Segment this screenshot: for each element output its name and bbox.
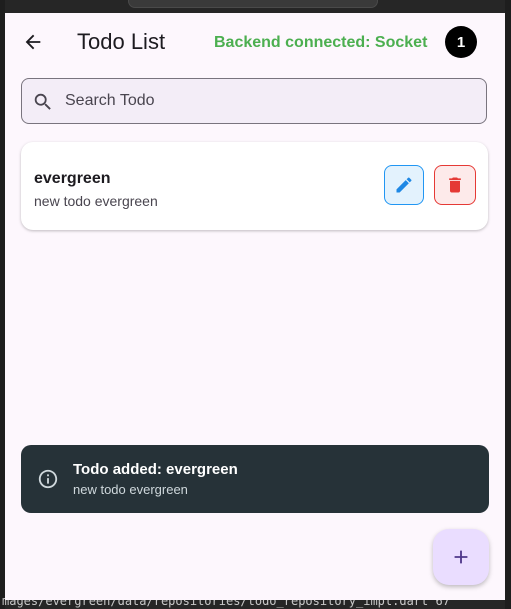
todo-description: new todo evergreen (34, 193, 158, 209)
edit-todo-button[interactable] (384, 165, 424, 205)
add-todo-button[interactable] (433, 529, 489, 585)
back-button[interactable] (19, 28, 47, 56)
todo-list-item[interactable]: evergreen new todo evergreen (21, 142, 488, 230)
snackbar-description: new todo evergreen (73, 482, 188, 497)
todo-title: evergreen (34, 170, 111, 187)
search-icon (34, 93, 51, 110)
background-window-titlebar (128, 0, 378, 8)
page-title: Todo List (77, 29, 166, 54)
search-bar[interactable] (21, 78, 487, 124)
app-bar: Todo List Backend connected: Socket 1 (5, 13, 505, 71)
snackbar-notification: Todo added: evergreen new todo evergreen (21, 445, 489, 513)
desktop-background: mages/evergreen/data/repositories/todo_r… (0, 0, 511, 609)
trash-icon (449, 177, 461, 193)
arrow-back-icon (25, 34, 41, 50)
delete-todo-button[interactable] (434, 165, 476, 205)
backend-status-label: Backend connected: Socket (214, 34, 428, 51)
todo-count-badge: 1 (445, 26, 477, 58)
pencil-icon (396, 177, 412, 193)
plus-icon (454, 550, 468, 564)
search-input[interactable] (65, 79, 475, 123)
todo-app-window: Todo List Backend connected: Socket 1 ev… (5, 13, 505, 600)
background-window-right-edge (505, 0, 511, 609)
snackbar-title: Todo added: evergreen (73, 461, 238, 478)
info-icon (38, 469, 58, 489)
